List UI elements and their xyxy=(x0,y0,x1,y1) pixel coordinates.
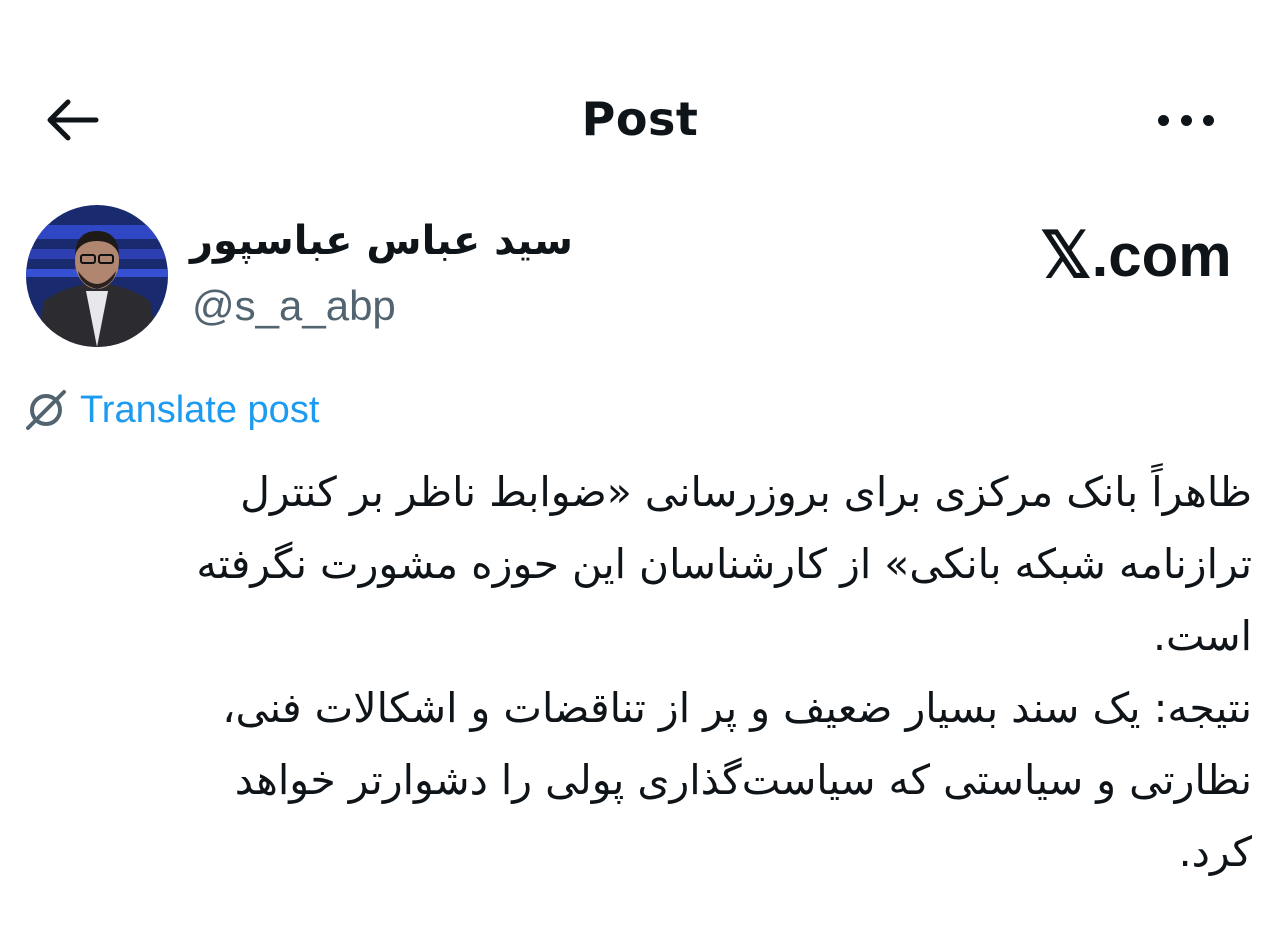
x-com-watermark: 𝕏 .com xyxy=(1040,218,1232,293)
translate-globe-icon xyxy=(26,390,66,430)
x-logo-icon: 𝕏 xyxy=(1040,219,1092,291)
site-domain: .com xyxy=(1091,222,1232,289)
post-line: کرد. xyxy=(1178,828,1252,876)
top-bar: Post xyxy=(0,80,1280,160)
avatar[interactable] xyxy=(26,205,168,347)
post-page: Post سید عباس عباسپور @s_a_abp 𝕏 .com Tr… xyxy=(0,0,1280,936)
translate-label: Translate post xyxy=(80,388,320,431)
translate-post-button[interactable]: Translate post xyxy=(24,384,319,436)
post-line: ظاهراً بانک مرکزی برای بروزرسانی «ضوابط … xyxy=(240,468,1252,516)
post-line: نتیجه: یک سند بسیار ضعیف و پر از تناقضات… xyxy=(222,684,1252,732)
author-handle[interactable]: @s_a_abp xyxy=(192,282,396,330)
post-line: است. xyxy=(1152,612,1252,660)
avatar-image xyxy=(26,205,168,347)
more-horizontal-icon xyxy=(1158,114,1169,126)
author-name[interactable]: سید عباس عباسپور xyxy=(190,218,573,264)
more-options-button[interactable] xyxy=(1148,98,1224,142)
post-line: نظارتی و سیاستی که سیاست‌گذاری پولی را د… xyxy=(234,756,1252,804)
post-body: ظاهراً بانک مرکزی برای بروزرسانی «ضوابط … xyxy=(30,456,1252,888)
page-title: Post xyxy=(581,92,699,146)
post-line: ترازنامه شبکه بانکی» از کارشناسان این حو… xyxy=(196,540,1252,588)
